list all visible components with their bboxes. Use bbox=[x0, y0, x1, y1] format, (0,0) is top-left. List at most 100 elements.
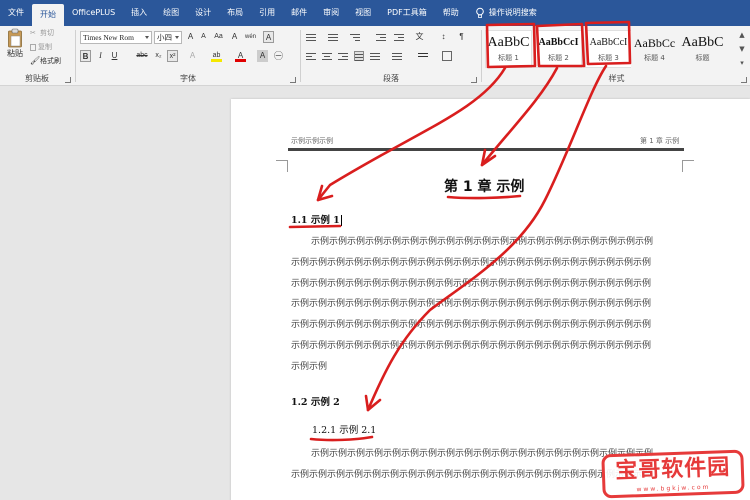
font-color-icon: A bbox=[237, 51, 244, 60]
character-shading-icon: A bbox=[259, 51, 266, 60]
style-name: 标题 3 bbox=[598, 54, 619, 62]
borders-button[interactable] bbox=[442, 51, 452, 61]
tab-officeplus[interactable]: OfficePLUS bbox=[64, 0, 123, 26]
ribbon-separator bbox=[75, 30, 76, 82]
clipboard-dialog-launcher[interactable] bbox=[65, 77, 71, 83]
enclose-characters-button[interactable]: ㊀ bbox=[273, 50, 284, 62]
superscript-icon: x² bbox=[169, 53, 176, 60]
increase-indent-button[interactable] bbox=[394, 32, 404, 42]
styles-group-label: 样式 bbox=[608, 74, 625, 83]
tell-me-label: 操作说明搜索 bbox=[488, 8, 537, 17]
cut-button[interactable]: ✂ 剪切 bbox=[30, 28, 54, 38]
tab-mailings[interactable]: 邮件 bbox=[283, 0, 315, 26]
paragraph-line: 示例示例 bbox=[291, 361, 328, 372]
character-shading-button[interactable]: A bbox=[257, 50, 268, 62]
numbering-button[interactable] bbox=[328, 32, 338, 42]
style-heading-4[interactable]: AaBbCc 标题 4 bbox=[631, 30, 678, 68]
paste-button[interactable]: 粘贴 bbox=[4, 28, 26, 72]
style-heading-2[interactable]: AaBbCcI 标题 2 bbox=[535, 30, 582, 68]
strikethrough-button[interactable]: abc bbox=[135, 50, 149, 62]
align-right-button[interactable] bbox=[338, 51, 348, 61]
body-paragraph-1[interactable]: 示例示例示例示例示例示例示例示例示例示例示例示例示例示例示例示例示例示例示例 示… bbox=[291, 232, 675, 378]
chapter-heading[interactable]: 第 1 章 示例 bbox=[444, 176, 524, 196]
styles-dialog-launcher[interactable] bbox=[741, 77, 747, 83]
style-heading-1[interactable]: AaBbC 标题 1 bbox=[485, 30, 532, 68]
superscript-button[interactable]: x² bbox=[167, 50, 178, 62]
clear-formatting-button[interactable]: A bbox=[229, 31, 240, 43]
font-color-button[interactable]: A bbox=[235, 50, 246, 62]
shrink-font-button[interactable]: A bbox=[198, 31, 209, 43]
tab-insert[interactable]: 插入 bbox=[123, 0, 155, 26]
distributed-button[interactable] bbox=[370, 51, 380, 61]
style-name: 标题 bbox=[695, 54, 710, 62]
bold-button[interactable]: B bbox=[80, 50, 91, 62]
underline-button[interactable]: U bbox=[109, 50, 120, 62]
section-heading-1-2[interactable]: 1.2 示例 2 bbox=[291, 394, 340, 408]
paragraph-line: 示例示例示例示例示例示例示例示例示例示例示例示例示例示例示例示例示例示例示例示例 bbox=[291, 299, 652, 310]
sort-button[interactable]: ↕ bbox=[438, 31, 449, 43]
justify-button[interactable] bbox=[354, 51, 364, 61]
italic-icon: I bbox=[99, 51, 102, 60]
tab-help[interactable]: 帮助 bbox=[435, 0, 467, 26]
change-case-button[interactable]: Aa bbox=[213, 31, 224, 43]
grow-font-button[interactable]: A bbox=[185, 31, 196, 43]
gallery-down-icon[interactable]: ▼ bbox=[737, 44, 747, 54]
font-name-dropdown[interactable]: Times New Rom bbox=[80, 31, 152, 44]
style-title[interactable]: AaBbC 标题 bbox=[679, 30, 726, 68]
strikethrough-icon: abc bbox=[136, 52, 148, 59]
highlight-button[interactable]: ab bbox=[211, 50, 222, 62]
align-center-button[interactable] bbox=[322, 51, 332, 61]
style-heading-3[interactable]: AaBbCcI 标题 3 bbox=[585, 30, 632, 68]
tab-file[interactable]: 文件 bbox=[0, 0, 32, 26]
section-heading-1-1[interactable]: 1.1 示例 1 bbox=[291, 212, 342, 226]
phonetic-guide-button[interactable]: wén bbox=[245, 31, 256, 43]
subsection-heading-1-2-1[interactable]: 1.2.1 示例 2.1 bbox=[312, 422, 376, 436]
copy-button[interactable]: 复制 bbox=[30, 42, 52, 52]
crop-mark bbox=[682, 160, 694, 172]
enclose-characters-icon: ㊀ bbox=[273, 51, 283, 61]
character-border-button[interactable]: A bbox=[263, 31, 274, 43]
text-cursor bbox=[340, 215, 342, 226]
format-painter-label: 格式刷 bbox=[40, 57, 61, 65]
home-ribbon: 粘贴 ✂ 剪切 复制 🖌 格式刷 剪贴板 Times New Rom 小四 A … bbox=[0, 26, 750, 86]
paragraph-line: 示例示例示例示例示例示例示例示例示例示例示例示例示例示例示例示例示例示例示例 bbox=[311, 237, 654, 247]
line-spacing-button[interactable] bbox=[392, 51, 402, 61]
font-dialog-launcher[interactable] bbox=[290, 77, 296, 83]
asian-layout-icon: 文 bbox=[415, 32, 424, 41]
crop-mark bbox=[276, 160, 288, 172]
tab-pdf-toolbox[interactable]: PDF工具箱 bbox=[379, 0, 435, 26]
paragraph-group: 文 ↕ ¶ 段落 bbox=[302, 26, 480, 86]
styles-group: AaBbC 标题 1 AaBbCcI 标题 2 AaBbCcI 标题 3 AaB… bbox=[483, 26, 750, 86]
paragraph-dialog-launcher[interactable] bbox=[471, 77, 477, 83]
tab-review[interactable]: 审阅 bbox=[315, 0, 347, 26]
tab-design[interactable]: 设计 bbox=[187, 0, 219, 26]
style-name: 标题 2 bbox=[548, 54, 569, 62]
tab-home[interactable]: 开始 bbox=[32, 4, 64, 26]
tab-references[interactable]: 引用 bbox=[251, 0, 283, 26]
align-left-button[interactable] bbox=[306, 51, 316, 61]
tab-draw[interactable]: 绘图 bbox=[155, 0, 187, 26]
shading-button[interactable] bbox=[418, 51, 428, 61]
multilevel-list-button[interactable] bbox=[350, 32, 360, 42]
tab-layout[interactable]: 布局 bbox=[219, 0, 251, 26]
subscript-button[interactable]: x₂ bbox=[153, 50, 164, 62]
gallery-more-icon[interactable]: ▾ bbox=[737, 58, 747, 68]
asian-layout-button[interactable]: 文 bbox=[414, 31, 425, 43]
format-painter-button[interactable]: 🖌 格式刷 bbox=[30, 56, 61, 66]
tell-me-search[interactable]: 操作说明搜索 bbox=[467, 0, 545, 26]
clear-formatting-icon: A bbox=[231, 32, 238, 41]
style-sample: AaBbCcI bbox=[589, 37, 628, 48]
decrease-indent-button[interactable] bbox=[376, 32, 386, 42]
italic-button[interactable]: I bbox=[95, 50, 106, 62]
change-case-icon: Aa bbox=[214, 33, 223, 40]
tab-view[interactable]: 视图 bbox=[347, 0, 379, 26]
bullets-button[interactable] bbox=[306, 32, 316, 42]
font-size-dropdown[interactable]: 小四 bbox=[154, 31, 182, 44]
font-name-value: Times New Rom bbox=[83, 33, 134, 42]
pilcrow-icon: ¶ bbox=[459, 32, 464, 41]
character-border-icon: A bbox=[265, 33, 272, 42]
show-marks-button[interactable]: ¶ bbox=[456, 31, 467, 43]
text-effects-button[interactable]: A bbox=[187, 50, 198, 62]
paragraph-line: 示例示例示例示例示例示例示例示例示例示例示例示例示例示例示例示例示例示例示例示例 bbox=[291, 340, 652, 351]
gallery-up-icon[interactable]: ▲ bbox=[737, 30, 747, 40]
